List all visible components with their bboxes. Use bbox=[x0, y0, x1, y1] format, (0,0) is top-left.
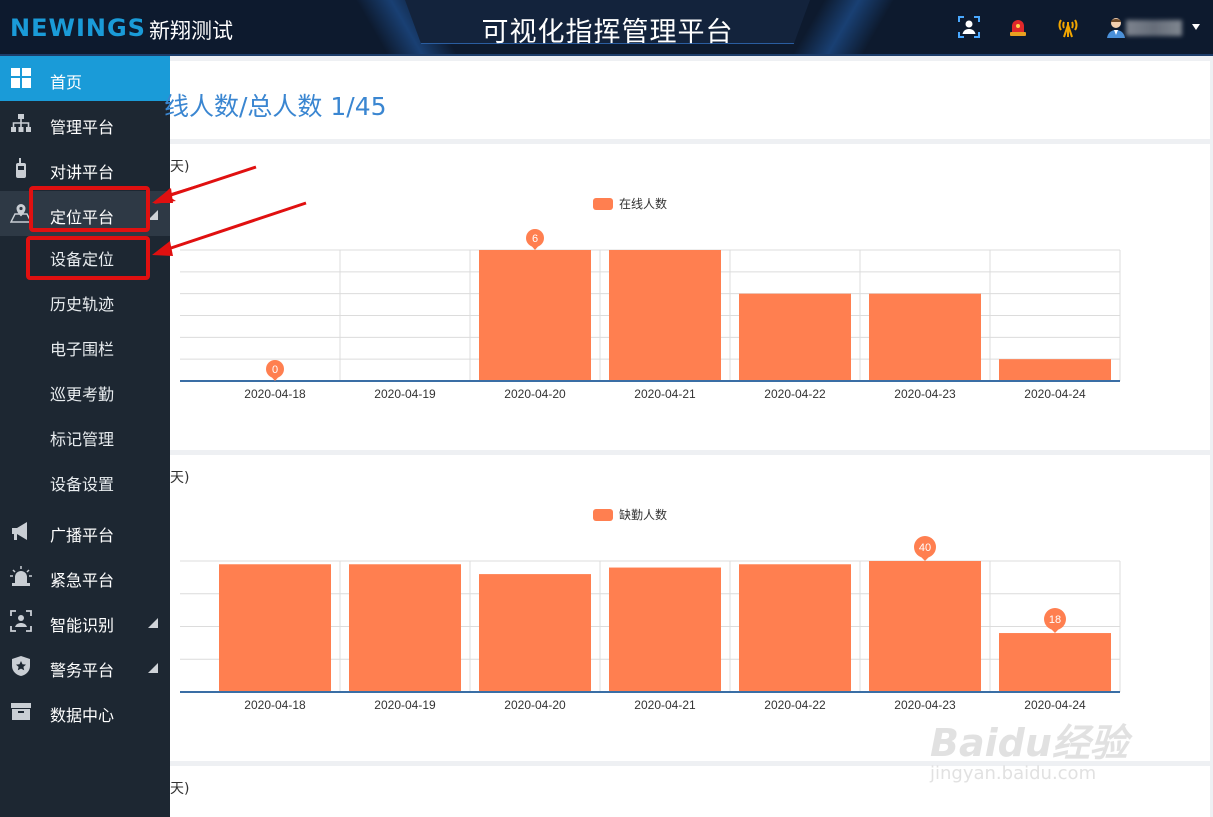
chart-bar bbox=[869, 561, 981, 692]
sidebar-item-broadcast[interactable]: 广播平台 bbox=[0, 509, 170, 554]
sidebar-item-label: 首页 bbox=[50, 73, 83, 92]
sidebar-item-label: 标记管理 bbox=[50, 430, 115, 449]
x-tick-label: 2020-04-18 bbox=[244, 698, 306, 712]
siren-icon bbox=[10, 565, 32, 587]
sidebar-item-label: 电子围栏 bbox=[50, 340, 115, 359]
expand-caret-icon bbox=[148, 618, 158, 628]
x-tick-label: 2020-04-21 bbox=[634, 698, 696, 712]
x-tick-label: 2020-04-20 bbox=[504, 698, 566, 712]
sidebar: 首页 管理平台 对讲平台 定位平台 设备定位 历史轨迹 电子围栏 巡更考勤 标记… bbox=[0, 56, 170, 817]
x-tick-label: 2020-04-23 bbox=[894, 387, 956, 401]
baidu-watermark: Baidu经验 jingyan.baidu.com bbox=[930, 712, 1128, 784]
online-chart-panel: 天) 在线人数 2020-04-18 2020-04-19 2020-04-20 20… bbox=[170, 144, 1210, 450]
top-bar: NEWINGS 新翔测试 可视化指挥管理平台 bbox=[0, 0, 1213, 56]
header-decoration-right bbox=[791, 0, 895, 54]
data-label-pin: 18 bbox=[1044, 608, 1066, 634]
sidebar-item-label: 历史轨迹 bbox=[50, 295, 115, 314]
data-label-pin: 6 bbox=[526, 229, 544, 250]
sidebar-item-label: 设备设置 bbox=[50, 475, 115, 494]
sidebar-subitem-geofence[interactable]: 电子围栏 bbox=[0, 324, 170, 369]
x-tick-label: 2020-04-19 bbox=[374, 698, 436, 712]
chart-bar bbox=[739, 293, 851, 381]
sidebar-subitem-device-settings[interactable]: 设备设置 bbox=[0, 459, 170, 504]
dashboard-icon bbox=[10, 67, 32, 89]
sidebar-item-label: 巡更考勤 bbox=[50, 385, 115, 404]
database-icon bbox=[10, 700, 32, 722]
org-chart-icon bbox=[10, 112, 32, 134]
user-avatar[interactable] bbox=[1105, 16, 1127, 38]
sidebar-item-label: 广播平台 bbox=[50, 526, 115, 545]
data-label: 18 bbox=[1049, 614, 1061, 626]
sidebar-item-label: 管理平台 bbox=[50, 118, 115, 137]
sidebar-subitem-patrol-attendance[interactable]: 巡更考勤 bbox=[0, 369, 170, 414]
sidebar-item-label: 对讲平台 bbox=[50, 163, 115, 182]
annotation-box-location-platform bbox=[29, 186, 150, 232]
chart-bar bbox=[479, 574, 591, 692]
x-tick-label: 2020-04-23 bbox=[894, 698, 956, 712]
chart-bar bbox=[609, 250, 721, 381]
face-recognition-icon[interactable] bbox=[957, 15, 981, 39]
sidebar-item-label: 紧急平台 bbox=[50, 571, 115, 590]
sidebar-item-management[interactable]: 管理平台 bbox=[0, 101, 170, 146]
chart-panel-title: 天) bbox=[170, 781, 190, 797]
data-label-pin: 0 bbox=[266, 360, 284, 381]
face-scan-icon bbox=[10, 610, 32, 632]
sidebar-item-label: 数据中心 bbox=[50, 706, 115, 725]
sidebar-subitem-marker-management[interactable]: 标记管理 bbox=[0, 414, 170, 459]
x-tick-label: 2020-04-18 bbox=[244, 387, 306, 401]
x-tick-label: 2020-04-22 bbox=[764, 698, 826, 712]
x-tick-label: 2020-04-22 bbox=[764, 387, 826, 401]
chart-bar bbox=[479, 250, 591, 381]
brand-logo: NEWINGS bbox=[10, 14, 146, 42]
data-label-pin: 40 bbox=[914, 536, 936, 561]
megaphone-icon bbox=[10, 520, 32, 542]
brand-name: 新翔测试 bbox=[149, 19, 233, 43]
chart-bar bbox=[739, 564, 851, 692]
sidebar-item-intercom[interactable]: 对讲平台 bbox=[0, 146, 170, 191]
chart-bar bbox=[349, 564, 461, 692]
data-label: 40 bbox=[919, 542, 931, 554]
x-tick-label: 2020-04-20 bbox=[504, 387, 566, 401]
chart-bar bbox=[999, 359, 1111, 381]
user-name-blurred[interactable] bbox=[1126, 20, 1182, 36]
online-bar-chart: 2020-04-18 2020-04-19 2020-04-20 2020-04-21… bbox=[180, 229, 1121, 401]
annotation-box-device-location bbox=[26, 236, 150, 280]
chart-bar bbox=[609, 567, 721, 692]
sidebar-item-home[interactable]: 首页 bbox=[0, 56, 170, 101]
watermark-main: Baidu经验 bbox=[930, 721, 1128, 765]
police-badge-icon bbox=[10, 655, 32, 677]
summary-panel: 线人数/总人数 1/45 bbox=[164, 61, 1210, 139]
walkie-talkie-icon bbox=[10, 157, 32, 179]
sidebar-item-label: 警务平台 bbox=[50, 661, 115, 680]
sidebar-subitem-history-track[interactable]: 历史轨迹 bbox=[0, 279, 170, 324]
data-label: 0 bbox=[272, 364, 278, 376]
chart-bar bbox=[219, 564, 331, 692]
alarm-icon[interactable] bbox=[1006, 15, 1030, 39]
sidebar-item-emergency[interactable]: 紧急平台 bbox=[0, 554, 170, 599]
x-tick-label: 2020-04-21 bbox=[634, 387, 696, 401]
data-label: 6 bbox=[532, 233, 538, 245]
chart-bar bbox=[999, 633, 1111, 692]
platform-title: 可视化指挥管理平台 bbox=[481, 17, 734, 48]
signal-tower-icon[interactable] bbox=[1056, 15, 1080, 39]
x-tick-label: 2020-04-24 bbox=[1024, 698, 1086, 712]
sidebar-item-data-center[interactable]: 数据中心 bbox=[0, 689, 170, 734]
x-tick-label: 2020-04-24 bbox=[1024, 387, 1086, 401]
sidebar-item-smart-recognition[interactable]: 智能识别 bbox=[0, 599, 170, 644]
x-tick-label: 2020-04-19 bbox=[374, 387, 436, 401]
chart-bar bbox=[869, 293, 981, 381]
user-menu-caret-icon[interactable] bbox=[1192, 24, 1200, 30]
expand-caret-icon bbox=[148, 663, 158, 673]
sidebar-item-police[interactable]: 警务平台 bbox=[0, 644, 170, 689]
online-total-summary: 线人数/总人数 1/45 bbox=[164, 92, 387, 121]
sidebar-item-label: 智能识别 bbox=[50, 616, 115, 635]
